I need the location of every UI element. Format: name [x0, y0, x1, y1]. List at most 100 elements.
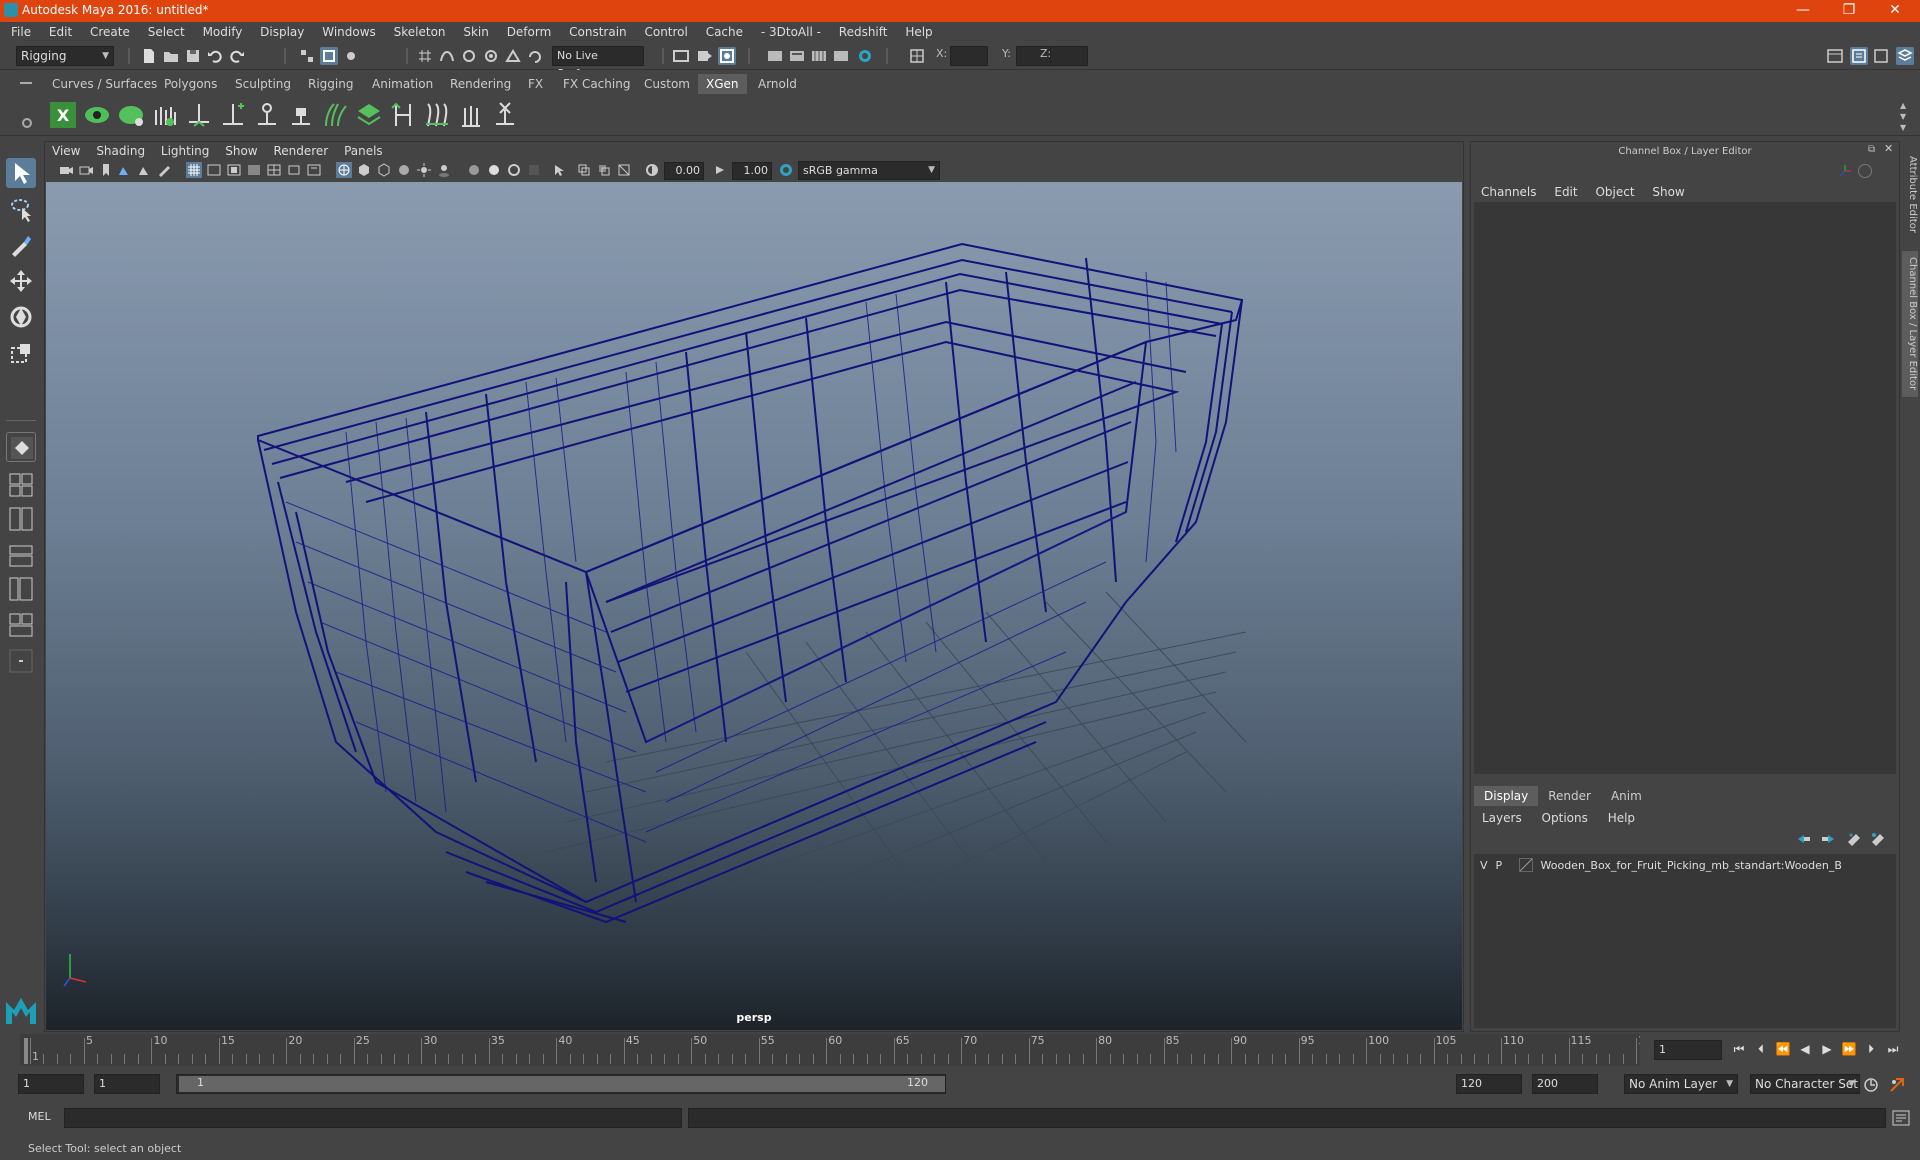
xray-components-icon[interactable]: [616, 162, 632, 178]
menu-constrain[interactable]: Constrain: [562, 22, 634, 42]
snap-curve-icon[interactable]: [438, 47, 456, 65]
step-forward-frame-icon[interactable]: ⏵: [1862, 1042, 1880, 1058]
tab-render-layers[interactable]: Render: [1538, 786, 1601, 806]
tab-animation[interactable]: Animation: [364, 74, 441, 94]
render-output-icon[interactable]: [832, 47, 850, 65]
time-slider[interactable]: 1 5 10 15 20 25 30 35 40 45 50 55 60 65 70 75 80 85 90 95 10…: [20, 1034, 1659, 1066]
step-back-key-icon[interactable]: ⏪: [1774, 1042, 1792, 1058]
xray-joints-icon[interactable]: [596, 162, 612, 178]
tool-settings-toggle-icon[interactable]: [1872, 47, 1890, 65]
shadows-icon[interactable]: [436, 162, 452, 178]
render-view-icon[interactable]: [672, 47, 690, 65]
open-scene-icon[interactable]: [162, 47, 180, 65]
textured-icon[interactable]: [396, 162, 412, 178]
move-layer-down-icon[interactable]: [1820, 832, 1836, 846]
animation-end-field[interactable]: 200: [1532, 1074, 1598, 1094]
shelf-options-icon[interactable]: [22, 118, 32, 128]
default-material-icon[interactable]: [376, 162, 392, 178]
undo-icon[interactable]: [206, 47, 224, 65]
menu-set-dropdown[interactable]: Rigging ▼: [16, 46, 114, 66]
live-surface-field[interactable]: No Live Surface: [552, 46, 644, 80]
menu-cache[interactable]: Cache: [699, 22, 750, 42]
xgen-lock-guide-icon[interactable]: [286, 100, 316, 130]
snap-surface-icon[interactable]: [504, 47, 522, 65]
menu-modify[interactable]: Modify: [196, 22, 250, 42]
smooth-shade-icon[interactable]: [356, 162, 372, 178]
menu-skin[interactable]: Skin: [456, 22, 496, 42]
transform-mode-icon[interactable]: [908, 47, 926, 65]
gamma-icon[interactable]: [712, 162, 728, 178]
tab-display-layers[interactable]: Display: [1474, 786, 1539, 806]
channel-box-attributes-area[interactable]: [1474, 202, 1896, 774]
shelf-menu-icon[interactable]: [20, 82, 32, 84]
exposure-icon[interactable]: [644, 162, 660, 178]
field-chart-icon[interactable]: [266, 162, 282, 178]
command-language-label[interactable]: MEL: [28, 1110, 51, 1123]
panel-close-icon[interactable]: ✕: [1884, 142, 1893, 155]
z-coordinate-field[interactable]: [1050, 46, 1088, 66]
render-frame-icon[interactable]: [696, 47, 714, 65]
menu-display[interactable]: Display: [253, 22, 311, 42]
menu-create[interactable]: Create: [83, 22, 137, 42]
snap-grid-icon[interactable]: [416, 47, 434, 65]
exposure-field[interactable]: 0.00: [664, 162, 704, 180]
step-forward-key-icon[interactable]: ⏩: [1840, 1042, 1858, 1058]
viewport-menu-lighting[interactable]: Lighting: [155, 142, 216, 160]
auto-key-icon[interactable]: [1862, 1076, 1880, 1094]
layout-side-by-side-icon[interactable]: [6, 504, 36, 534]
layer-menu-options[interactable]: Options: [1534, 808, 1596, 828]
xgen-guide-normal-icon[interactable]: [456, 100, 486, 130]
paint-select-tool-icon[interactable]: [6, 230, 36, 260]
xgen-editor-icon[interactable]: X: [48, 100, 78, 130]
create-layer-from-selection-icon[interactable]: [1870, 832, 1886, 846]
menu-control[interactable]: Control: [637, 22, 694, 42]
menu-windows[interactable]: Windows: [315, 22, 383, 42]
motion-blur-icon[interactable]: [486, 162, 502, 178]
arnold-render-icon[interactable]: [856, 47, 874, 65]
select-camera-icon[interactable]: [58, 162, 74, 178]
animation-start-field[interactable]: 1: [18, 1074, 84, 1094]
tab-curves-surfaces[interactable]: Curves / Surfaces: [44, 74, 165, 94]
image-plane-icon[interactable]: [116, 162, 132, 178]
safe-action-icon[interactable]: [286, 162, 302, 178]
x-coordinate-field[interactable]: [950, 46, 988, 66]
xgen-create-description-icon[interactable]: [116, 100, 146, 130]
character-set-dropdown[interactable]: No Character Set ▼: [1750, 1074, 1860, 1094]
move-tool-icon[interactable]: [6, 266, 36, 296]
select-by-object-icon[interactable]: [320, 47, 338, 65]
xray-icon[interactable]: [576, 162, 592, 178]
grid-toggle-icon[interactable]: [186, 162, 202, 178]
menu-redshift[interactable]: Redshift: [832, 22, 895, 42]
grease-pencil-icon[interactable]: [156, 162, 172, 178]
viewport-menu-show[interactable]: Show: [219, 142, 263, 160]
play-forwards-icon[interactable]: ▶: [1818, 1042, 1836, 1058]
gate-mask-icon[interactable]: [246, 162, 262, 178]
xgen-guide-rebuild-icon[interactable]: [388, 100, 418, 130]
bookmark-icon[interactable]: [98, 162, 114, 178]
tab-xgen[interactable]: XGen: [698, 74, 747, 94]
render-sequence-icon[interactable]: [810, 47, 828, 65]
layout-single-icon[interactable]: [6, 432, 36, 462]
channel-box-settings-icon[interactable]: [1858, 164, 1872, 178]
toolbox-collapse-icon[interactable]: [6, 646, 36, 676]
view-transform-dropdown[interactable]: sRGB gamma ▼: [798, 161, 940, 180]
restore-button[interactable]: ❐: [1826, 0, 1872, 22]
rotate-tool-icon[interactable]: [6, 302, 36, 332]
tab-anim-layers[interactable]: Anim: [1601, 786, 1652, 806]
tab-rendering[interactable]: Rendering: [442, 74, 519, 94]
isolate-select-icon[interactable]: [552, 162, 568, 178]
viewport-menu-shading[interactable]: Shading: [90, 142, 151, 160]
panel-float-icon[interactable]: ⧉: [1868, 144, 1875, 155]
play-backwards-icon[interactable]: ◀: [1796, 1042, 1814, 1058]
layout-persp-outliner-icon[interactable]: [6, 610, 36, 640]
tab-custom[interactable]: Custom: [636, 74, 698, 94]
minimize-button[interactable]: —: [1780, 0, 1826, 22]
shelf-scroll-arrows[interactable]: ▲ ▼ ▼: [1900, 100, 1912, 134]
screen-space-ao-icon[interactable]: [466, 162, 482, 178]
menu-deform[interactable]: Deform: [500, 22, 559, 42]
channel-box-menu-object[interactable]: Object: [1588, 182, 1641, 202]
layer-playback-toggle[interactable]: P: [1496, 856, 1510, 876]
select-tool-icon[interactable]: [6, 158, 36, 188]
select-by-component-icon[interactable]: [342, 47, 360, 65]
modeling-toolkit-icon[interactable]: [1826, 47, 1844, 65]
